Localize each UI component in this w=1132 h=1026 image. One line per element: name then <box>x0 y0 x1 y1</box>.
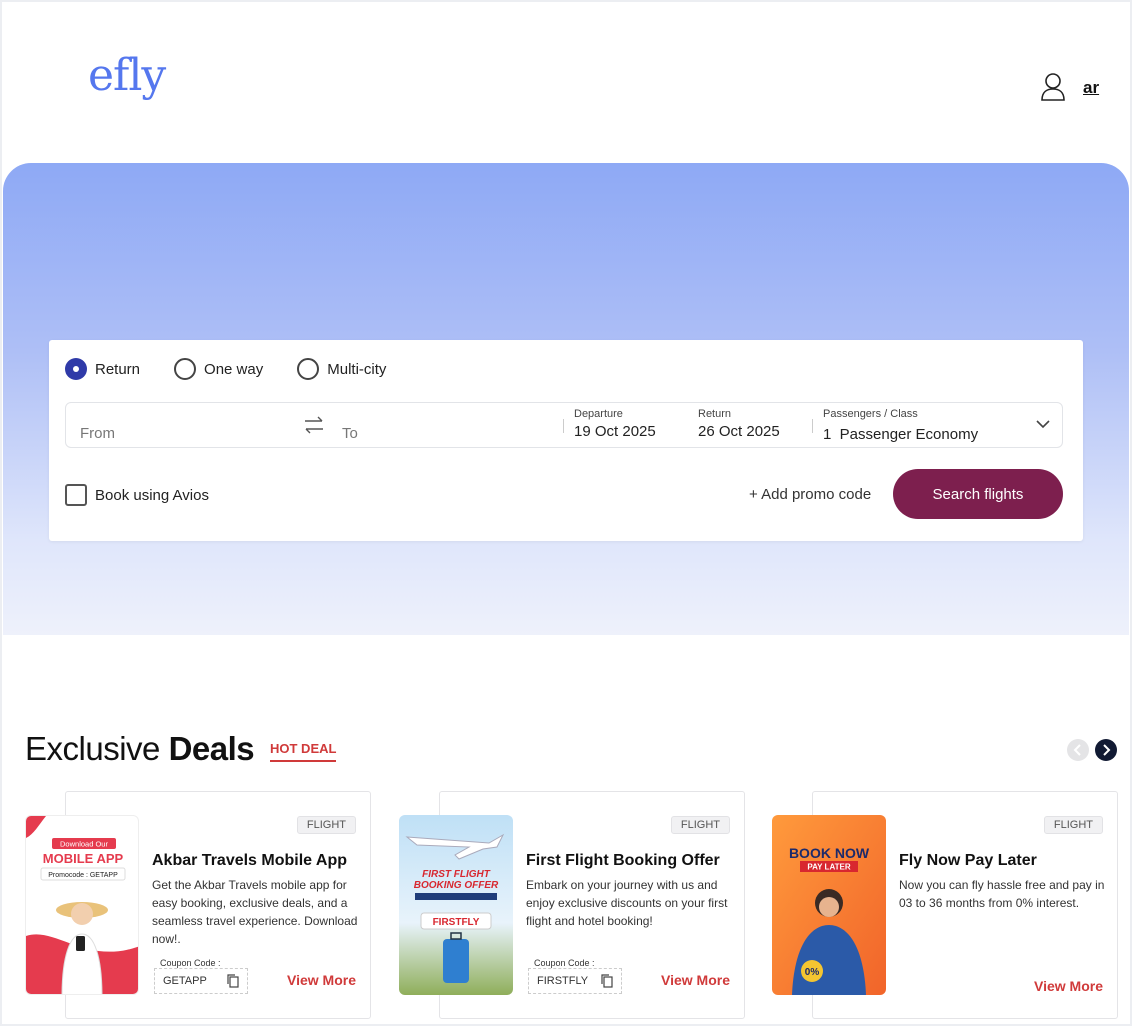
deal-description: Now you can fly hassle free and pay in 0… <box>899 878 1105 910</box>
chevron-down-icon[interactable] <box>1034 417 1052 431</box>
deal-title: Akbar Travels Mobile App <box>152 852 348 869</box>
svg-text:Download Our: Download Our <box>60 840 108 849</box>
mobile-app-promo-illustration: Download Our MOBILE APP Promocode : GETA… <box>26 816 138 994</box>
trip-type-selector: Return One way Multi-city <box>65 358 420 380</box>
svg-text:FIRSTFLY: FIRSTFLY <box>433 917 480 928</box>
deals-heading-light: Exclusive <box>25 730 160 767</box>
to-field[interactable]: To <box>342 425 358 442</box>
passengers-label: Passengers / Class <box>823 408 918 420</box>
view-more-link[interactable]: View More <box>287 972 356 988</box>
deal-description: Get the Akbar Travels mobile app for eas… <box>152 878 358 946</box>
fly-now-pay-later-promo-image: BOOK NOW PAY LATER 0% <box>772 815 886 995</box>
departure-label: Departure <box>574 408 623 420</box>
deals-heading-bold: Deals <box>168 730 255 767</box>
chevron-right-icon <box>1103 744 1111 756</box>
avios-label: Book using Avios <box>95 486 209 504</box>
carousel-prev-button[interactable] <box>1067 739 1089 761</box>
view-more-link[interactable]: View More <box>661 972 730 988</box>
svg-text:0%: 0% <box>805 967 820 978</box>
search-flights-button[interactable]: Search flights <box>893 469 1063 519</box>
coupon-code: FIRSTFLY <box>537 975 589 987</box>
coupon-label: Coupon Code : <box>160 958 221 968</box>
view-more-link[interactable]: View More <box>1034 978 1103 994</box>
tab-hot-deal[interactable]: HOT DEAL <box>270 741 337 762</box>
svg-text:PAY LATER: PAY LATER <box>807 863 850 872</box>
deal-type-badge: FLIGHT <box>670 816 730 834</box>
mobile-app-promo-image: Download Our MOBILE APP Promocode : GETA… <box>25 815 139 995</box>
user-icon[interactable] <box>1040 72 1066 102</box>
first-flight-promo-illustration: FIRST FLIGHT BOOKING OFFER FIRSTFLY <box>399 815 513 995</box>
add-promo-code-link[interactable]: + Add promo code <box>749 486 871 503</box>
return-date-field[interactable]: 26 Oct 2025 <box>698 423 780 440</box>
passengers-class-field[interactable]: 1 Passenger Economy <box>823 426 978 443</box>
trip-type-label: One way <box>204 360 264 378</box>
avios-checkbox[interactable] <box>65 484 87 506</box>
svg-text:BOOK NOW: BOOK NOW <box>789 845 870 861</box>
language-switch-link[interactable]: ar <box>1083 78 1099 98</box>
efly-logo[interactable]: efly <box>88 50 166 101</box>
pay-later-promo-illustration: BOOK NOW PAY LATER 0% <box>772 815 886 995</box>
radio-icon[interactable] <box>297 358 320 380</box>
trip-type-multi-city[interactable]: Multi-city <box>297 358 386 380</box>
trip-type-label: Multi-city <box>327 360 387 378</box>
svg-text:Promocode : GETAPP: Promocode : GETAPP <box>48 872 118 879</box>
radio-icon[interactable] <box>174 358 197 380</box>
coupon-label: Coupon Code : <box>534 958 595 968</box>
coupon-code: GETAPP <box>163 975 207 987</box>
coupon-code-box[interactable]: GETAPP <box>154 968 248 994</box>
search-fields: From To Departure 19 Oct 2025 Return 26 … <box>65 402 1063 448</box>
chevron-left-icon <box>1073 744 1081 756</box>
flight-search-panel: Return One way Multi-city From To Depart… <box>49 340 1083 541</box>
deal-type-badge: FLIGHT <box>1043 816 1103 834</box>
deal-title: Fly Now Pay Later <box>899 852 1037 869</box>
svg-text:MOBILE APP: MOBILE APP <box>43 851 124 866</box>
deal-type-badge: FLIGHT <box>296 816 356 834</box>
swap-icon[interactable] <box>302 415 326 435</box>
trip-type-return[interactable]: Return <box>65 358 140 380</box>
from-field[interactable]: From <box>80 425 115 442</box>
copy-icon[interactable] <box>227 974 239 988</box>
book-using-avios-option[interactable]: Book using Avios <box>65 484 209 506</box>
trip-type-label: Return <box>95 360 141 378</box>
divider <box>563 419 564 433</box>
departure-date-field[interactable]: 19 Oct 2025 <box>574 423 656 440</box>
svg-text:FIRST FLIGHT: FIRST FLIGHT <box>422 869 491 880</box>
divider <box>812 419 813 433</box>
deals-heading: Exclusive Deals <box>25 730 255 768</box>
carousel-next-button[interactable] <box>1095 739 1117 761</box>
trip-type-one-way[interactable]: One way <box>174 358 263 380</box>
svg-text:BOOKING OFFER: BOOKING OFFER <box>414 880 499 891</box>
radio-selected-icon[interactable] <box>65 358 87 380</box>
first-flight-promo-image: FIRST FLIGHT BOOKING OFFER FIRSTFLY <box>399 815 513 995</box>
copy-icon[interactable] <box>601 974 613 988</box>
deal-title: First Flight Booking Offer <box>526 852 720 869</box>
coupon-code-box[interactable]: FIRSTFLY <box>528 968 622 994</box>
return-label: Return <box>698 408 732 420</box>
deal-description: Embark on your journey with us and enjoy… <box>526 878 728 928</box>
